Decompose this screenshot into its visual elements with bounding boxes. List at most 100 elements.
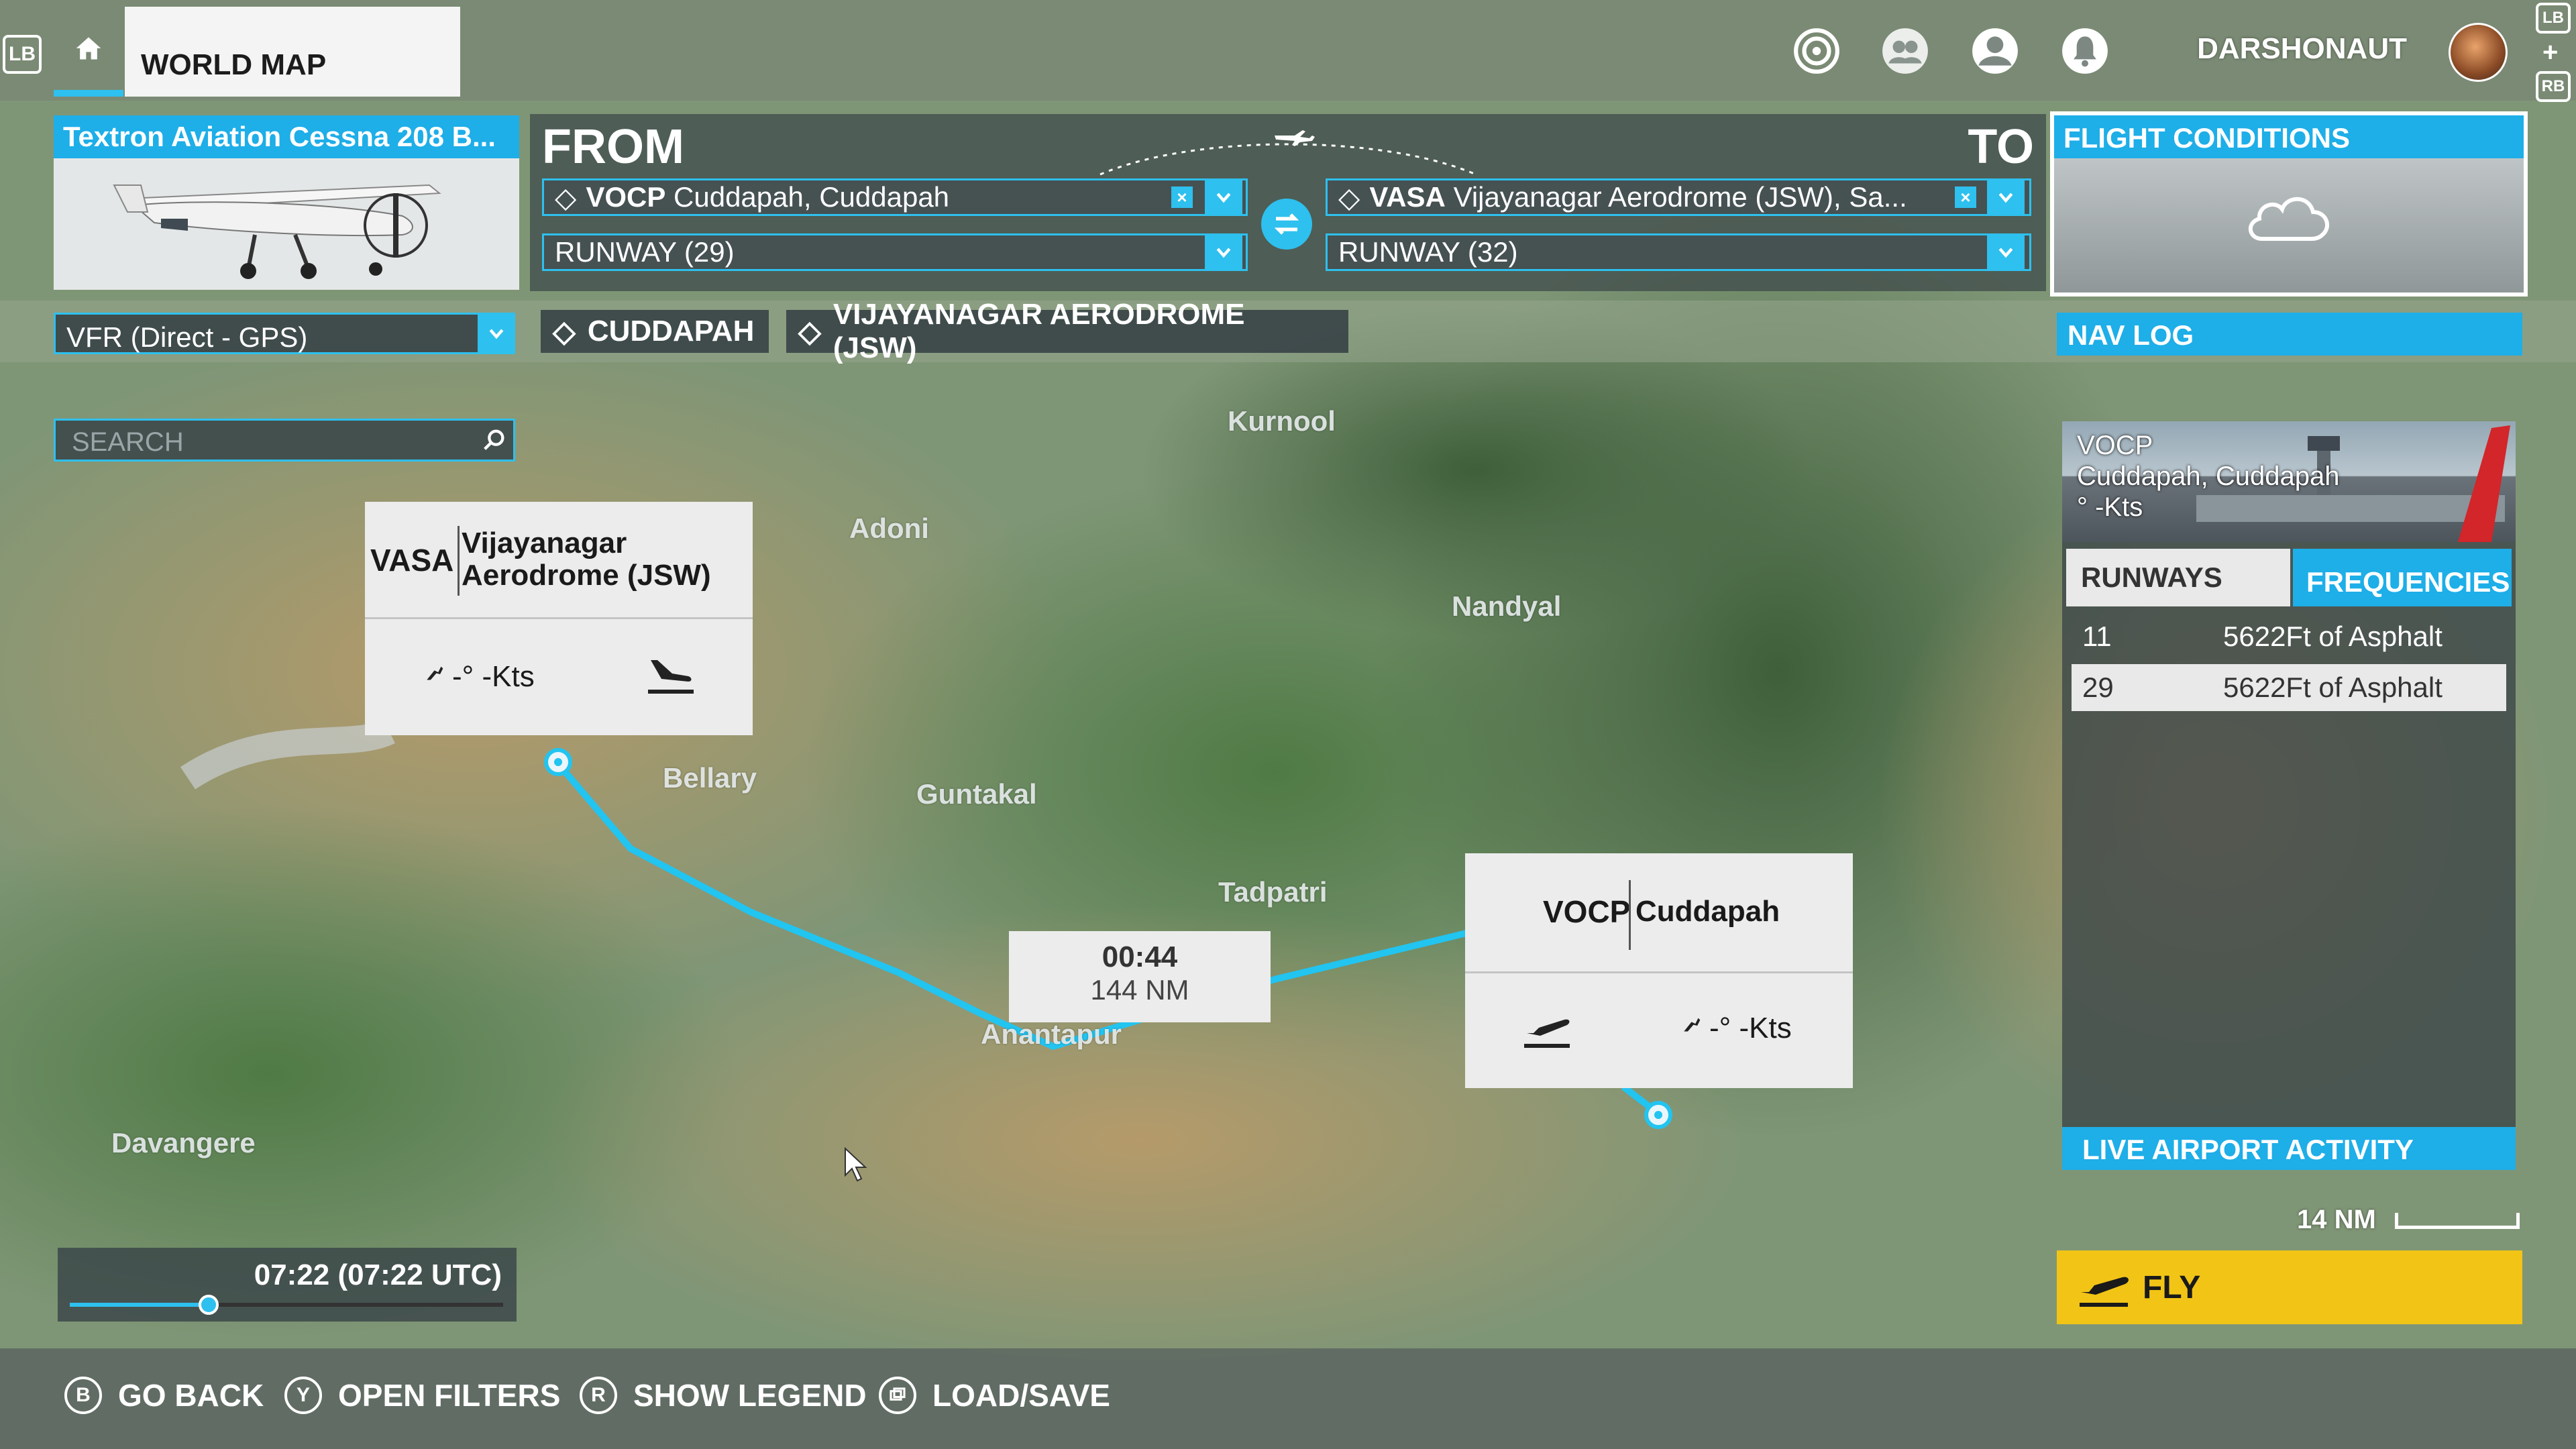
tab-frequencies[interactable]: FREQUENCIES — [2293, 549, 2512, 606]
fly-button[interactable]: FLY — [2057, 1250, 2522, 1324]
popup-origin-code: VOCP — [1543, 894, 1631, 929]
clear-arrival-button[interactable]: × — [1955, 186, 1976, 208]
route-panel: FROM TO ◇ VOCP Cuddapah, Cuddapah × RUNW… — [530, 114, 2046, 291]
home-icon — [76, 37, 101, 60]
notifications-button[interactable] — [2058, 24, 2112, 78]
map-label-nandyal: Nandyal — [1452, 590, 1562, 622]
departure-airport-field[interactable]: ◇ VOCP Cuddapah, Cuddapah — [542, 178, 1248, 216]
lb-small-button[interactable]: LB — [2536, 3, 2571, 34]
username[interactable]: DARSHONAUT — [2197, 32, 2407, 66]
chevron-down-icon — [489, 329, 504, 339]
flight-type-dropdown-button[interactable] — [478, 313, 515, 354]
popup-dest-name-line2: Aerodrome (JSW) — [462, 559, 711, 592]
waypoint-chip-arrival-label: VIJAYANAGAR AERODROME (JSW) — [833, 298, 1245, 364]
chevron-down-icon — [1998, 248, 2013, 258]
profile-icon — [1972, 28, 2018, 74]
go-back-button[interactable]: B GO BACK — [64, 1374, 264, 1417]
time-slider-fill — [70, 1303, 209, 1307]
arrival-airport-field[interactable]: ◇ VASA Vijayanagar Aerodrome (JSW), Sa..… — [1326, 178, 2031, 216]
show-legend-button[interactable]: R SHOW LEGEND — [580, 1374, 867, 1417]
open-filters-button[interactable]: Y OPEN FILTERS — [284, 1374, 560, 1417]
arrival-dropdown-button[interactable] — [1987, 178, 2025, 216]
panel-airport-code: VOCP — [2077, 431, 2153, 460]
lb-button[interactable]: LB — [3, 35, 42, 74]
airport-pin-icon: ◇ — [555, 181, 577, 213]
map-label-tadpatri: Tadpatri — [1218, 876, 1328, 908]
bell-icon — [2062, 28, 2108, 74]
tab-world-map[interactable]: WORLD MAP — [125, 7, 460, 97]
map-label-davangere: Davangere — [111, 1127, 256, 1159]
swap-airports-button[interactable] — [1261, 199, 1312, 250]
map-label-bellary: Bellary — [663, 762, 757, 794]
runway-row[interactable]: 11 5622Ft of Asphalt — [2072, 613, 2506, 660]
departure-code: VOCP — [586, 181, 666, 213]
load-save-label: LOAD/SAVE — [932, 1378, 1110, 1413]
activity-button[interactable] — [1790, 24, 1843, 78]
time-slider-handle[interactable] — [198, 1295, 219, 1315]
airport-pin-icon: ◇ — [553, 315, 576, 348]
departure-dropdown-button[interactable] — [1205, 178, 1242, 216]
runway-id: 29 — [2082, 672, 2114, 703]
panel-airport-name: Cuddapah, Cuddapah — [2077, 462, 2340, 491]
panel-airport-wind: ° -Kts — [2077, 492, 2143, 522]
flight-conditions-title: FLIGHT CONDITIONS — [2054, 115, 2524, 158]
airport-photo: VOCP Cuddapah, Cuddapah ° -Kts — [2062, 421, 2516, 542]
flight-type-select[interactable]: VFR (Direct - GPS) — [54, 313, 515, 354]
map-label-guntakal: Guntakal — [916, 778, 1037, 810]
runway-row[interactable]: 29 5622Ft of Asphalt — [2072, 664, 2506, 711]
wind-icon — [427, 666, 443, 680]
popup-divider — [458, 526, 460, 596]
waypoint-chip-arrival[interactable]: ◇ VIJAYANAGAR AERODROME (JSW) — [786, 298, 1348, 364]
avatar[interactable] — [2449, 23, 2508, 82]
wind-icon — [1684, 1018, 1701, 1032]
home-tab[interactable] — [54, 7, 123, 97]
search-icon[interactable] — [480, 427, 507, 453]
takeoff-icon — [2080, 1277, 2129, 1307]
airport-pin-icon: ◇ — [1338, 181, 1360, 213]
friends-button[interactable] — [1878, 24, 1932, 78]
popup-dest-wind: -° -Kts — [452, 660, 535, 693]
runway-id: 11 — [2082, 621, 2112, 652]
departure-runway-field[interactable]: RUNWAY (29) — [542, 233, 1248, 271]
view-button-icon — [879, 1377, 916, 1414]
friends-icon — [1882, 28, 1928, 74]
time-label: 07:22 (07:22 UTC) — [254, 1258, 502, 1291]
clear-departure-button[interactable]: × — [1171, 186, 1193, 208]
origin-marker-icon — [1644, 1101, 1672, 1129]
popup-dest-name: Vijayanagar Aerodrome (JSW) — [462, 527, 711, 592]
aircraft-card[interactable]: Textron Aviation Cessna 208 B... — [54, 115, 519, 290]
tab-runways[interactable]: RUNWAYS — [2066, 549, 2290, 606]
waypoint-chip-departure[interactable]: ◇ CUDDAPAH — [541, 310, 769, 353]
swap-icon — [1274, 213, 1299, 235]
origin-airport-popup[interactable]: VOCP Cuddapah -° -Kts — [1465, 853, 1853, 1088]
departure-runway-dropdown-button[interactable] — [1205, 233, 1242, 271]
map-label-anantapur: Anantapur — [981, 1018, 1122, 1050]
profile-button[interactable] — [1968, 24, 2022, 78]
runway-desc: 5622Ft of Asphalt — [2223, 621, 2443, 652]
go-back-label: GO BACK — [118, 1378, 264, 1413]
arrival-name: Vijayanagar Aerodrome (JSW), Sa... — [1453, 181, 1907, 213]
show-legend-label: SHOW LEGEND — [633, 1378, 867, 1413]
flight-conditions-card[interactable]: FLIGHT CONDITIONS — [2050, 111, 2528, 297]
leg-info-box: 00:44 144 NM — [1009, 931, 1271, 1022]
airport-panel-tabs: RUNWAYS FREQUENCIES — [2066, 549, 2512, 606]
from-label: FROM — [542, 120, 684, 174]
fly-label: FLY — [2143, 1269, 2201, 1305]
airport-info-panel: VOCP Cuddapah, Cuddapah ° -Kts RUNWAYS F… — [2062, 421, 2516, 1170]
nav-log-button[interactable]: NAV LOG — [2057, 313, 2522, 356]
time-of-day-panel: 07:22 (07:22 UTC) — [58, 1248, 517, 1322]
live-airport-activity-button[interactable]: LIVE AIRPORT ACTIVITY — [2062, 1127, 2516, 1170]
arrival-runway-dropdown-button[interactable] — [1987, 233, 2025, 271]
load-save-button[interactable]: LOAD/SAVE — [879, 1374, 1110, 1417]
chevron-down-icon — [1216, 248, 1231, 258]
map-scale-bar — [2395, 1213, 2520, 1229]
map-label-kurnool: Kurnool — [1228, 405, 1336, 437]
rb-button[interactable]: RB — [2536, 71, 2571, 102]
b-button-icon: B — [64, 1377, 102, 1414]
leg-distance: 144 NM — [1090, 974, 1189, 1006]
open-filters-label: OPEN FILTERS — [338, 1378, 561, 1413]
y-button-icon: Y — [284, 1377, 322, 1414]
arrival-runway-field[interactable]: RUNWAY (32) — [1326, 233, 2031, 271]
destination-airport-popup[interactable]: VASA Vijayanagar Aerodrome (JSW) -° -Kts — [365, 502, 753, 735]
search-input[interactable]: SEARCH — [54, 419, 515, 462]
